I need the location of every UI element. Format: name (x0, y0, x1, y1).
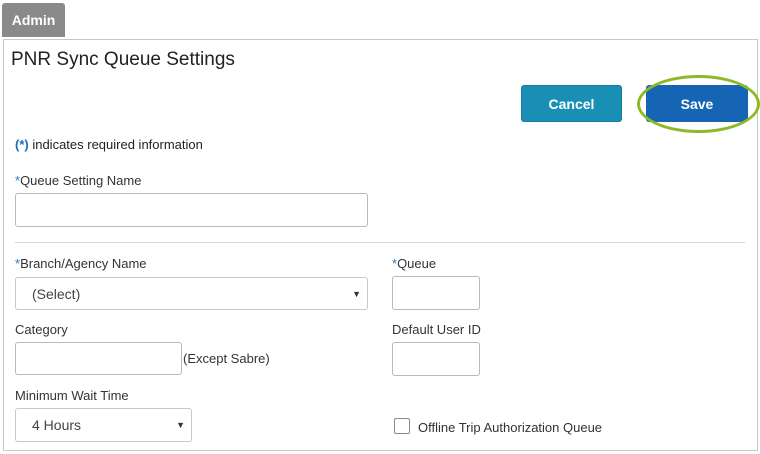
required-star-marker: (*) (15, 137, 29, 152)
default-user-id-label: Default User ID (392, 322, 481, 337)
queue-setting-name-input[interactable] (15, 193, 368, 227)
queue-input[interactable] (392, 276, 480, 310)
save-highlight-ring (637, 75, 760, 133)
queue-label-text: Queue (397, 256, 437, 271)
cancel-button[interactable]: Cancel (521, 85, 622, 122)
required-note-text: indicates required information (28, 137, 203, 152)
branch-agency-select[interactable]: (Select) ▼ (15, 277, 368, 310)
queue-label: *Queue (392, 256, 436, 271)
offline-trip-auth-label[interactable]: Offline Trip Authorization Queue (418, 420, 602, 435)
category-label: Category (15, 322, 68, 337)
category-input[interactable] (15, 342, 182, 375)
minimum-wait-time-selected-value: 4 Hours (32, 417, 82, 433)
tab-admin-label: Admin (11, 12, 56, 28)
branch-agency-selected-value: (Select) (32, 285, 81, 302)
queue-setting-name-label-text: Queue Setting Name (20, 173, 142, 188)
minimum-wait-time-label: Minimum Wait Time (15, 388, 129, 403)
section-divider (15, 242, 745, 243)
caret-down-icon: ▼ (352, 288, 361, 299)
page-title: PNR Sync Queue Settings (11, 49, 235, 70)
tab-admin[interactable]: Admin (2, 3, 65, 37)
caret-down-icon: ▼ (176, 420, 185, 430)
branch-agency-label: *Branch/Agency Name (15, 256, 147, 271)
minimum-wait-time-select[interactable]: 4 Hours ▼ (15, 408, 192, 442)
queue-setting-name-label: *Queue Setting Name (15, 173, 141, 188)
branch-agency-label-text: Branch/Agency Name (20, 256, 147, 271)
default-user-id-input[interactable] (392, 342, 480, 376)
required-info-note: (*) indicates required information (15, 137, 203, 152)
offline-trip-auth-checkbox[interactable] (394, 418, 410, 434)
category-hint: (Except Sabre) (183, 351, 270, 366)
